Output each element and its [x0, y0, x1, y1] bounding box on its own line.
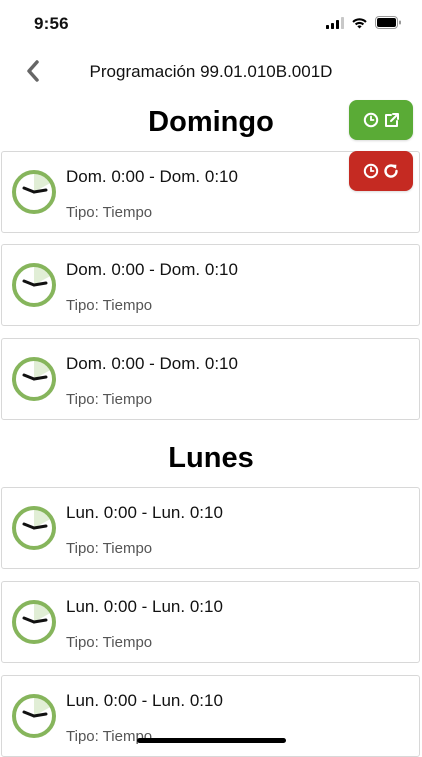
schedule-item[interactable]: Lun. 0:00 - Lun. 0:10 Tipo: Tiempo	[1, 675, 420, 757]
clock-progress-icon	[12, 600, 56, 644]
time-range: Dom. 0:00 - Dom. 0:10	[66, 260, 238, 279]
clock-progress-icon	[12, 694, 56, 738]
schedule-item[interactable]: Dom. 0:00 - Dom. 0:10 Tipo: Tiempo	[1, 338, 420, 420]
page-title: Programación 99.01.010B.001D	[89, 62, 333, 81]
battery-icon	[375, 16, 401, 29]
status-icons	[326, 16, 402, 29]
time-range: Lun. 0:00 - Lun. 0:10	[66, 597, 223, 616]
clock-progress-icon	[12, 506, 56, 550]
clock-progress-icon	[12, 170, 56, 214]
open-schedule-button[interactable]	[349, 100, 413, 140]
status-time: 9:56	[34, 14, 69, 33]
external-link-icon	[384, 112, 399, 127]
time-range: Lun. 0:00 - Lun. 0:10	[66, 691, 223, 710]
schedule-type: Tipo: Tiempo	[66, 634, 153, 651]
status-bar: 9:56	[0, 0, 422, 48]
time-range: Dom. 0:00 - Dom. 0:10	[66, 167, 238, 186]
time-range: Dom. 0:00 - Dom. 0:10	[66, 354, 238, 373]
home-indicator[interactable]	[137, 738, 286, 743]
reset-schedule-button[interactable]	[349, 151, 413, 191]
refresh-icon	[384, 164, 398, 178]
navigation-bar: Programación 99.01.010B.001D	[0, 48, 422, 96]
schedule-item[interactable]: Lun. 0:00 - Lun. 0:10 Tipo: Tiempo	[1, 487, 420, 569]
back-button[interactable]	[16, 54, 50, 88]
schedule-item[interactable]: Dom. 0:00 - Dom. 0:10 Tipo: Tiempo	[1, 244, 420, 326]
clock-progress-icon	[12, 263, 56, 307]
schedule-type: Tipo: Tiempo	[66, 204, 153, 221]
schedule-type: Tipo: Tiempo	[66, 540, 153, 557]
clock-icon	[363, 163, 379, 179]
schedule-type: Tipo: Tiempo	[66, 297, 153, 314]
clock-progress-icon	[12, 357, 56, 401]
cellular-signal-icon	[326, 16, 344, 29]
chevron-left-icon	[27, 60, 39, 82]
wifi-icon	[352, 17, 367, 28]
schedule-type: Tipo: Tiempo	[66, 391, 153, 408]
time-range: Lun. 0:00 - Lun. 0:10	[66, 503, 223, 522]
clock-icon	[363, 112, 378, 128]
section-heading-lunes: Lunes	[168, 442, 254, 474]
schedule-item[interactable]: Lun. 0:00 - Lun. 0:10 Tipo: Tiempo	[1, 581, 420, 663]
